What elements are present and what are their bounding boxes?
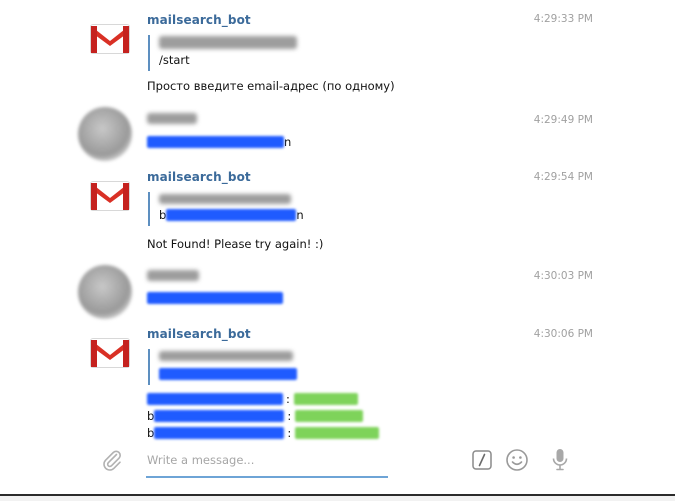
message-time: 4:30:06 PM: [533, 328, 593, 340]
message-time: 4:29:54 PM: [533, 171, 593, 183]
email-trailing-char: n: [296, 208, 304, 222]
user-avatar[interactable]: [78, 265, 132, 319]
gmail-logo-icon[interactable]: [86, 171, 134, 219]
smiley-icon[interactable]: [505, 448, 529, 472]
result-row: b :: [147, 426, 380, 440]
redacted-user-name: [147, 270, 199, 281]
redacted-email: [154, 427, 285, 439]
redacted-password: [295, 427, 380, 439]
redacted-email: [166, 209, 297, 221]
paperclip-icon[interactable]: [100, 448, 124, 472]
email-lead-char: b: [147, 409, 155, 423]
input-underline: [146, 476, 388, 478]
message-time: 4:29:33 PM: [533, 13, 593, 25]
reply-quote[interactable]: b n: [148, 192, 304, 226]
redacted-email: [147, 136, 284, 148]
email-lead-char: b: [159, 208, 167, 222]
sender-name[interactable]: mailsearch_bot: [147, 327, 251, 341]
redacted-email-line: n: [147, 135, 291, 149]
redacted-email: [154, 410, 285, 422]
message-input[interactable]: Write a message...: [147, 453, 387, 467]
message-bot-3: mailsearch_bot 4:30:06 PM : b : b :: [0, 322, 675, 444]
gmail-logo-icon[interactable]: [86, 328, 134, 376]
result-row: b :: [147, 409, 364, 423]
result-row: :: [147, 392, 358, 406]
message-composer: Write a message...: [0, 443, 675, 483]
result-separator: :: [287, 426, 292, 440]
window-bottom-edge: [0, 494, 675, 501]
message-user-1: 4:29:49 PM n: [0, 105, 675, 161]
result-separator: :: [286, 392, 290, 406]
sender-name[interactable]: mailsearch_bot: [147, 170, 251, 184]
chat-window: mailsearch_bot 4:29:33 PM /start Просто …: [0, 0, 675, 501]
bot-reply-text: Not Found! Please try again! :): [147, 237, 324, 251]
redacted-user-name: [159, 194, 291, 204]
email-trailing-char: n: [284, 135, 292, 149]
message-user-2: 4:30:03 PM: [0, 262, 675, 319]
quoted-command: /start: [159, 53, 190, 67]
message-bot-1: mailsearch_bot 4:29:33 PM /start Просто …: [0, 8, 675, 98]
message-time: 4:30:03 PM: [533, 270, 593, 282]
slash-command-icon[interactable]: [472, 450, 492, 470]
message-bot-2: mailsearch_bot 4:29:54 PM b n Not Found!…: [0, 165, 675, 257]
redacted-user-name: [159, 36, 297, 49]
result-separator: :: [287, 409, 292, 423]
reply-quote[interactable]: /start: [148, 35, 297, 71]
redacted-email: [159, 368, 297, 380]
redacted-password: [293, 393, 358, 405]
redacted-user-name: [147, 113, 197, 124]
message-time: 4:29:49 PM: [533, 114, 593, 126]
email-lead-char: b: [147, 426, 155, 440]
microphone-icon[interactable]: [548, 447, 572, 473]
sender-name[interactable]: mailsearch_bot: [147, 13, 251, 27]
bot-reply-text: Просто введите email-адрес (по одному): [147, 79, 395, 93]
redacted-email: [147, 393, 283, 405]
reply-quote[interactable]: [148, 349, 297, 385]
redacted-email: [147, 292, 283, 304]
gmail-logo-icon[interactable]: [86, 14, 134, 62]
redacted-user-name: [159, 351, 293, 361]
redacted-password: [295, 410, 364, 422]
user-avatar[interactable]: [78, 107, 132, 161]
